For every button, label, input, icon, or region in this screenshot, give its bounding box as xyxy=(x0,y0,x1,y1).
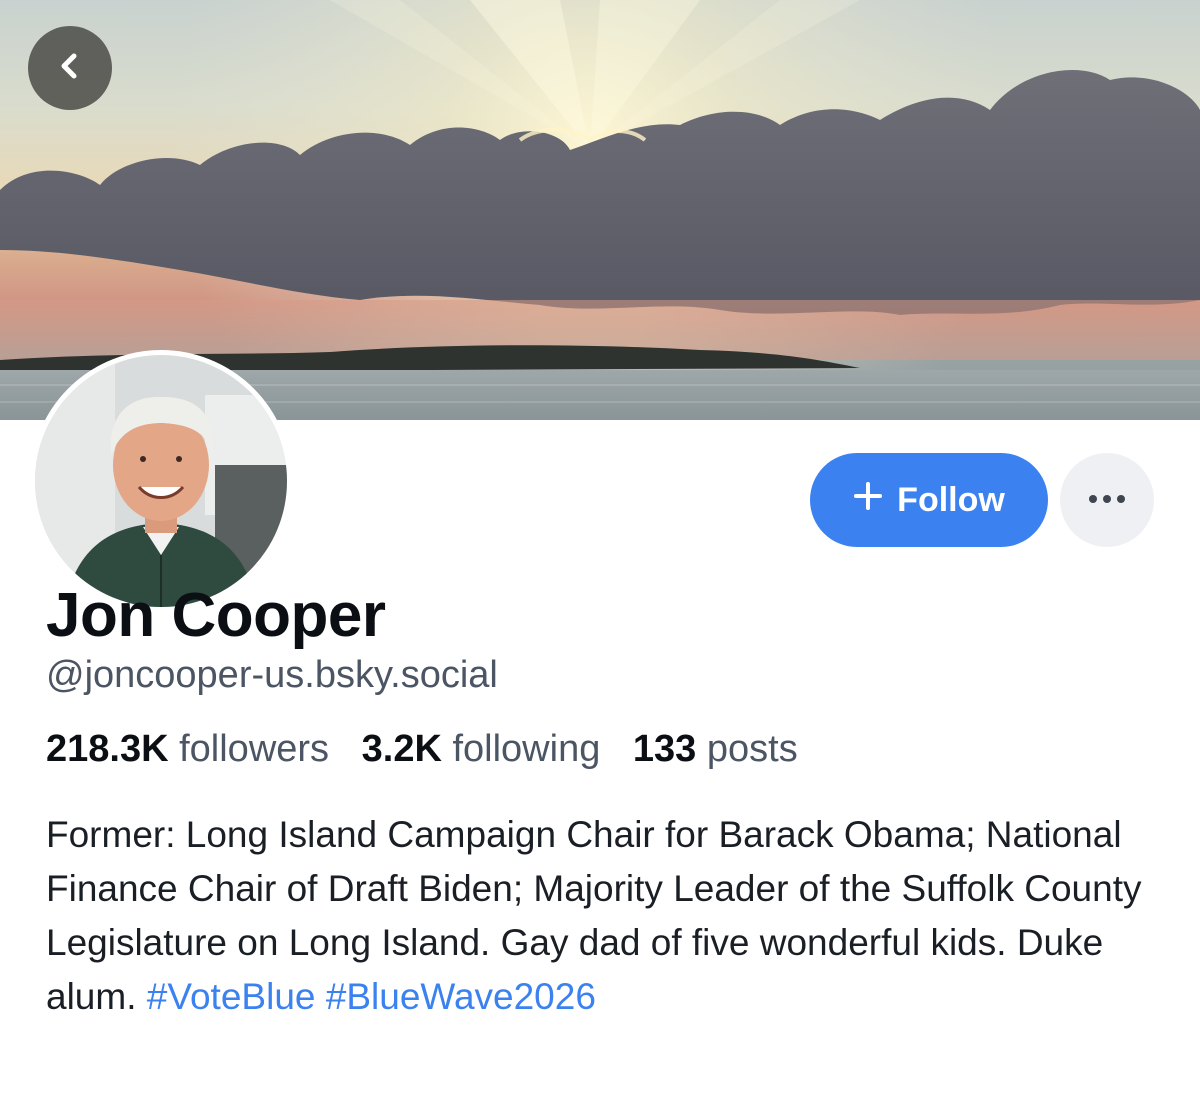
follow-label: Follow xyxy=(897,480,1005,519)
avatar[interactable] xyxy=(30,350,292,612)
posts-label: posts xyxy=(706,728,798,770)
followers-stat[interactable]: 218.3K followers xyxy=(46,728,329,770)
posts-stat: 133 posts xyxy=(633,728,798,770)
plus-icon xyxy=(853,481,883,520)
display-name: Jon Cooper xyxy=(46,581,386,650)
followers-label: followers xyxy=(179,728,330,770)
following-count: 3.2K xyxy=(361,728,442,770)
avatar-photo xyxy=(35,355,287,607)
profile-bio: Former: Long Island Campaign Chair for B… xyxy=(46,808,1166,1024)
user-handle: @joncooper-us.bsky.social xyxy=(46,654,498,696)
back-button[interactable] xyxy=(28,26,112,110)
following-stat[interactable]: 3.2K following xyxy=(362,728,601,770)
following-label: following xyxy=(452,728,601,770)
followers-count: 218.3K xyxy=(46,728,169,770)
hashtag-link[interactable]: #BlueWave2026 xyxy=(326,976,596,1017)
follow-button[interactable]: Follow xyxy=(810,453,1048,547)
more-options-button[interactable] xyxy=(1060,453,1154,547)
ellipsis-icon xyxy=(1087,491,1127,509)
hashtag-link[interactable]: #VoteBlue xyxy=(147,976,316,1017)
posts-count: 133 xyxy=(632,728,697,770)
profile-stats: 218.3K followers 3.2K following 133 post… xyxy=(46,728,820,771)
chevron-left-icon xyxy=(52,48,88,89)
